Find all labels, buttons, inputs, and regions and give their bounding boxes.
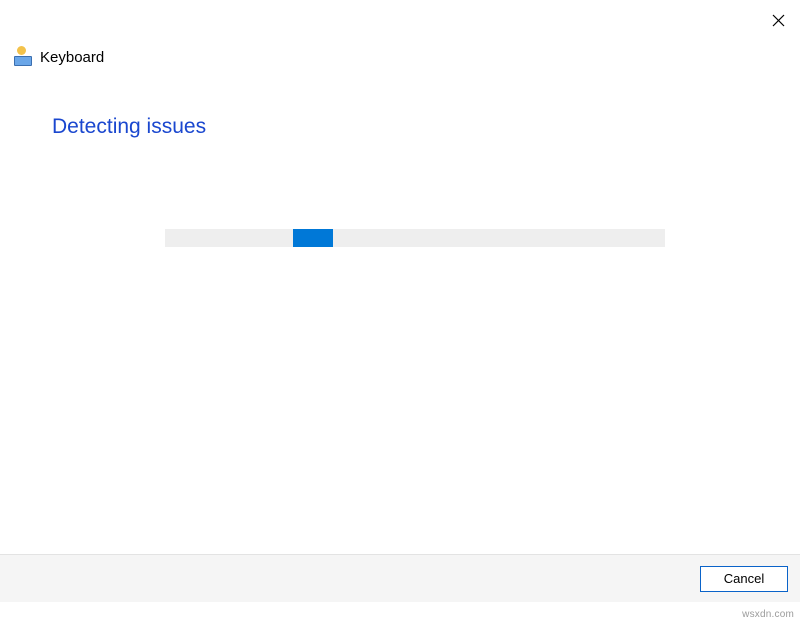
progress-bar bbox=[165, 229, 665, 247]
dialog-header: Keyboard bbox=[14, 48, 104, 66]
status-heading: Detecting issues bbox=[52, 115, 206, 139]
close-icon bbox=[772, 14, 785, 27]
watermark-text: wsxdn.com bbox=[742, 609, 794, 620]
cancel-button[interactable]: Cancel bbox=[700, 566, 788, 592]
dialog-footer: Cancel bbox=[0, 554, 800, 602]
dialog-title: Keyboard bbox=[40, 49, 104, 66]
keyboard-icon bbox=[14, 48, 32, 66]
close-button[interactable] bbox=[766, 8, 790, 32]
progress-indicator bbox=[293, 229, 333, 247]
